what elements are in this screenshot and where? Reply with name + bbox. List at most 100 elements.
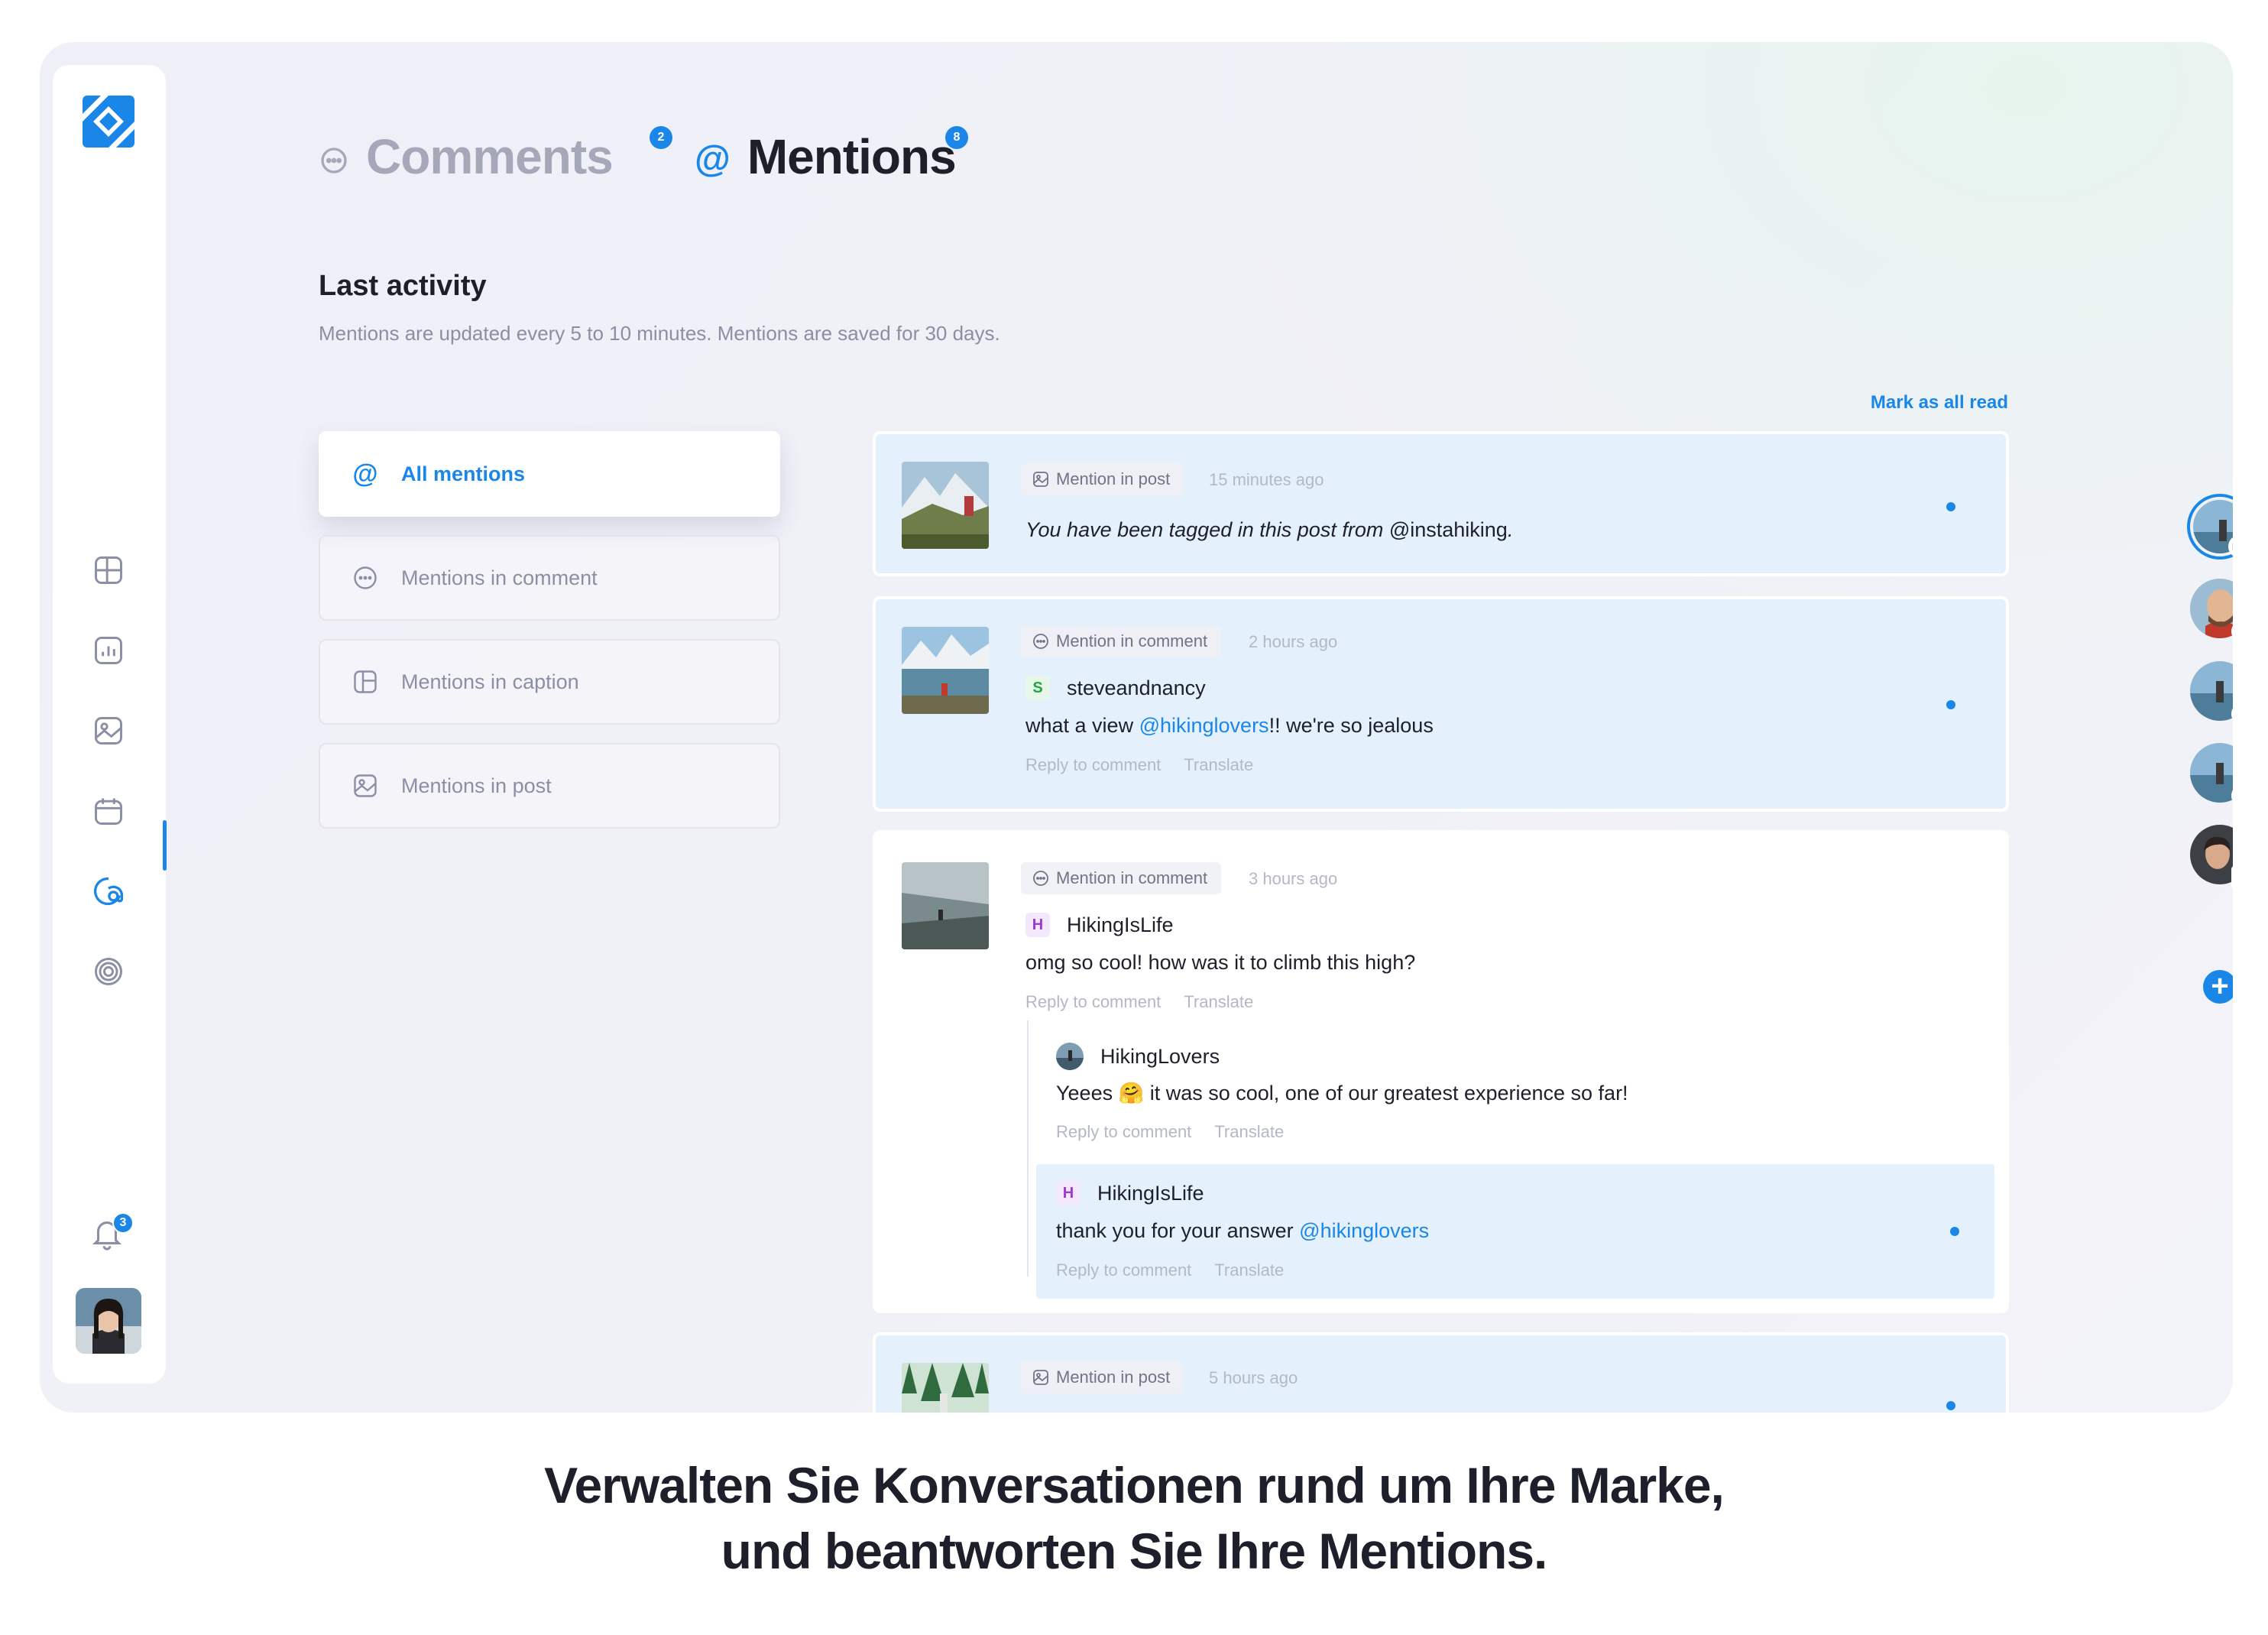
translate-link[interactable]: Translate (1184, 992, 1253, 1011)
mention-card[interactable]: Mention in comment 3 hours ago H HikingI… (873, 830, 2009, 1313)
filter-mentions-in-post[interactable]: Mentions in post (319, 743, 780, 829)
caption-line: Verwalten Sie Konversationen rund um Ihr… (544, 1457, 1725, 1513)
translate-link[interactable]: Translate (1214, 1260, 1284, 1280)
comment-icon (351, 563, 380, 592)
section-subtitle: Mentions are updated every 5 to 10 minut… (319, 322, 1000, 345)
reply-author-avatar (1056, 1043, 1084, 1070)
reply-actions: Reply to comment Translate (1056, 1260, 1307, 1280)
timestamp: 3 hours ago (1249, 869, 1338, 888)
filter-label: All mentions (401, 462, 526, 485)
mark-all-read-link[interactable]: Mark as all read (1871, 392, 2008, 414)
author-name: HikingIsLife (1067, 913, 1174, 936)
notifications-bell-icon[interactable]: 3 (89, 1212, 134, 1255)
account-avatar (2193, 500, 2233, 553)
section-title: Last activity (319, 270, 487, 302)
reply-actions: Reply to comment Translate (1056, 1122, 1307, 1142)
social-account-instagram[interactable] (2187, 576, 2233, 643)
filter-label: Mentions in caption (401, 670, 579, 693)
reply-to-comment-link[interactable]: Reply to comment (1025, 992, 1161, 1011)
app-window: 3 Comments 2 @ Mentions 8 Last activity … (40, 42, 2233, 1413)
app-logo-icon[interactable] (83, 96, 134, 148)
comment-actions: Reply to comment Translate (1025, 755, 1276, 775)
mention-message: You have been tagged in this post from @… (1025, 518, 1513, 542)
tag-label: Mention in comment (1056, 631, 1208, 650)
unread-reply[interactable]: H HikingIsLife thank you for your answer… (1036, 1164, 1994, 1299)
unread-dot (1946, 502, 1955, 511)
mention-card[interactable]: Mention in post 15 minutes ago You have … (873, 431, 2009, 576)
nav-calendar-icon[interactable] (88, 790, 129, 832)
author-initial: H (1056, 1181, 1081, 1205)
handle-link[interactable]: @hikinglovers (1299, 1219, 1429, 1242)
post-thumbnail[interactable] (902, 862, 989, 949)
social-account-linkedin[interactable]: in (2187, 822, 2233, 889)
tab-mentions-label: Mentions (747, 129, 957, 184)
marketing-caption: Verwalten Sie Konversationen rund um Ihr… (0, 1452, 2268, 1584)
reply-author[interactable]: H HikingIsLife (1056, 1181, 1204, 1205)
linkedin-icon: in (2231, 866, 2233, 889)
add-account-button[interactable]: + (2203, 970, 2233, 1004)
filter-label: Mentions in post (401, 774, 552, 797)
user-avatar[interactable] (76, 1288, 141, 1354)
tab-mentions-badge: 8 (945, 126, 968, 149)
tab-mentions[interactable]: @ Mentions 8 (695, 118, 968, 195)
filter-label: Mentions in comment (401, 566, 598, 589)
handle-text[interactable]: @instahiking (1389, 518, 1508, 541)
thread-line (1027, 1020, 1029, 1277)
nav-dashboard-icon[interactable] (88, 550, 129, 591)
mention-card[interactable]: Mention in post 5 hours ago (873, 1332, 2009, 1413)
mention-type-tag: Mention in post (1021, 1361, 1184, 1393)
filter-mentions-in-comment[interactable]: Mentions in comment (319, 535, 780, 621)
reply-author[interactable]: HikingLovers (1056, 1043, 1220, 1070)
nav-mentions-icon[interactable] (88, 871, 129, 912)
mention-type-tag: Mention in comment (1021, 625, 1222, 657)
image-icon (351, 771, 380, 800)
message-text: !! we're so jealous (1268, 714, 1434, 737)
account-avatar (2190, 579, 2233, 638)
message-text: . (1507, 518, 1514, 541)
comment-author[interactable]: S steveandnancy (1025, 676, 1206, 700)
mention-type-tag: Mention in comment (1021, 862, 1222, 894)
translate-link[interactable]: Translate (1184, 755, 1253, 774)
social-account-instagram[interactable] (2187, 494, 2233, 560)
nav-media-icon[interactable] (88, 710, 129, 751)
message-text: what a view (1025, 714, 1139, 737)
author-initial: H (1025, 913, 1050, 937)
reply-text: thank you for your answer @hikinglovers (1056, 1219, 1429, 1243)
reply-to-comment-link[interactable]: Reply to comment (1056, 1260, 1191, 1280)
author-initial: S (1025, 676, 1050, 700)
tab-comments[interactable]: Comments 2 (319, 118, 672, 195)
account-avatar (2190, 825, 2233, 884)
comment-icon (1033, 634, 1048, 649)
hug-emoji-icon: 🤗 (1118, 1082, 1145, 1105)
comment-text: omg so cool! how was it to climb this hi… (1025, 951, 1416, 974)
post-thumbnail[interactable] (902, 627, 989, 714)
comment-icon (1033, 871, 1048, 886)
reply-to-comment-link[interactable]: Reply to comment (1025, 755, 1161, 774)
comment-icon (321, 148, 347, 174)
tag-label: Mention in post (1056, 1367, 1171, 1387)
nav-target-icon[interactable] (88, 951, 129, 992)
tag-label: Mention in comment (1056, 868, 1208, 887)
mention-card[interactable]: Mention in comment 2 hours ago S stevean… (873, 596, 2009, 812)
reply-to-comment-link[interactable]: Reply to comment (1056, 1122, 1191, 1141)
filter-all-mentions[interactable]: @ All mentions (319, 431, 780, 517)
notifications-badge: 3 (112, 1212, 134, 1234)
social-account-twitter[interactable] (2187, 740, 2233, 807)
post-thumbnail[interactable] (902, 462, 989, 549)
account-avatar (2190, 661, 2233, 721)
caption-icon (351, 667, 380, 696)
translate-link[interactable]: Translate (1214, 1122, 1284, 1141)
at-icon: @ (695, 138, 731, 180)
post-thumbnail[interactable] (902, 1363, 989, 1413)
message-text: it was so cool, one of our greatest expe… (1144, 1082, 1628, 1105)
author-name: HikingIsLife (1097, 1181, 1204, 1205)
social-account-facebook[interactable]: f (2187, 658, 2233, 725)
comment-author[interactable]: H HikingIsLife (1025, 913, 1174, 937)
nav-analytics-icon[interactable] (88, 630, 129, 671)
handle-link[interactable]: @hikinglovers (1139, 714, 1269, 737)
filter-mentions-in-caption[interactable]: Mentions in caption (319, 639, 780, 725)
comment-actions: Reply to comment Translate (1025, 992, 1276, 1012)
message-text: Yeees (1056, 1082, 1119, 1105)
image-icon (1033, 1370, 1048, 1385)
message-text: You have been tagged in this post from (1025, 518, 1389, 541)
